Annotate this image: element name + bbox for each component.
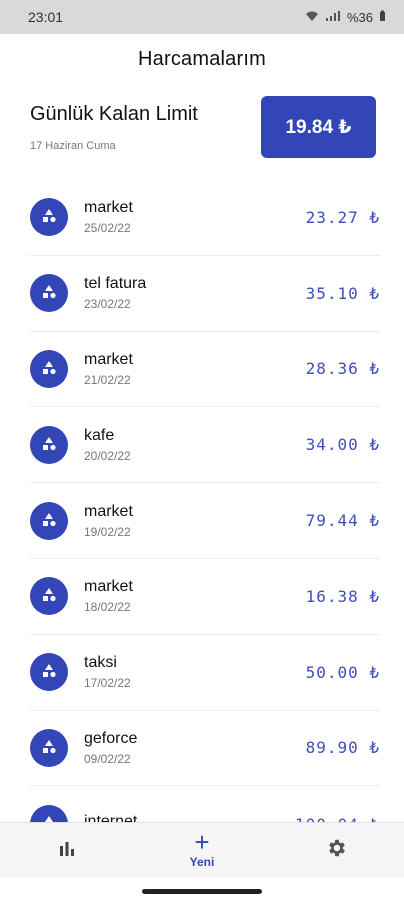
nav-stats-button[interactable] xyxy=(12,823,122,878)
category-shapes-icon xyxy=(30,425,68,464)
expense-date: 17/02/22 xyxy=(84,676,131,691)
expense-date: 21/02/22 xyxy=(84,372,131,387)
page-title: Harcamalarım xyxy=(138,48,266,70)
expense-amount: 34.00 ₺ xyxy=(305,435,380,455)
list-item[interactable]: market 21/02/22 28.36 ₺ xyxy=(30,332,380,408)
category-shapes-icon xyxy=(30,349,68,388)
expense-amount: 23.27 ₺ xyxy=(305,207,380,227)
battery-icon xyxy=(379,10,386,25)
expense-name: market xyxy=(84,502,133,520)
expense-date: 09/02/22 xyxy=(84,751,131,766)
plus-icon: + xyxy=(194,827,210,857)
list-item[interactable]: market 18/02/22 16.38 ₺ xyxy=(30,559,380,635)
status-icons: %36 xyxy=(305,10,386,25)
battery-percentage: %36 xyxy=(346,9,373,25)
list-item[interactable]: market 25/02/22 23.27 ₺ xyxy=(30,180,380,256)
list-item[interactable]: geforce 09/02/22 89.90 ₺ xyxy=(30,711,380,787)
expense-name: market xyxy=(84,199,133,217)
expense-date: 25/02/22 xyxy=(84,221,131,236)
expense-amount: 79.44 ₺ xyxy=(305,511,380,531)
expense-amount: 16.38 ₺ xyxy=(305,586,380,606)
expense-amount: 50.00 ₺ xyxy=(305,662,380,682)
category-shapes-icon xyxy=(30,274,68,313)
expense-name: taksi xyxy=(84,654,117,672)
daily-limit-card: Günlük Kalan Limit 17 Haziran Cuma 19.84… xyxy=(30,96,376,158)
wifi-icon xyxy=(305,10,319,25)
expense-name: geforce xyxy=(84,729,138,747)
category-shapes-icon xyxy=(30,577,68,616)
expense-name: market xyxy=(84,578,133,596)
status-bar: 23:01 %36 xyxy=(0,0,404,34)
list-item[interactable]: tel fatura 23/02/22 35.10 ₺ xyxy=(30,256,380,332)
category-shapes-icon xyxy=(30,653,68,692)
gear-icon xyxy=(326,837,348,864)
category-shapes-icon xyxy=(30,198,68,237)
expense-date: 19/02/22 xyxy=(84,524,131,539)
expense-amount: 35.10 ₺ xyxy=(305,283,380,303)
expense-list: market 25/02/22 23.27 ₺ tel fatura 23/02… xyxy=(0,180,404,862)
bottom-navigation: + Yeni xyxy=(0,822,404,877)
category-shapes-icon xyxy=(30,728,68,767)
expense-amount: 89.90 ₺ xyxy=(305,738,380,758)
list-item[interactable]: kafe 20/02/22 34.00 ₺ xyxy=(30,407,380,484)
expense-amount: 28.36 ₺ xyxy=(305,359,380,379)
expense-name: kafe xyxy=(84,426,115,444)
daily-limit-date: 17 Haziran Cuma xyxy=(30,139,116,152)
nav-new-button[interactable]: + Yeni xyxy=(147,823,257,878)
nav-settings-button[interactable] xyxy=(282,823,392,878)
list-item[interactable]: taksi 17/02/22 50.00 ₺ xyxy=(30,635,380,711)
bar-chart-icon xyxy=(58,840,76,861)
expense-date: 20/02/22 xyxy=(84,448,131,463)
category-shapes-icon xyxy=(30,501,68,540)
list-item[interactable]: market 19/02/22 79.44 ₺ xyxy=(30,483,380,559)
expense-date: 18/02/22 xyxy=(84,600,131,615)
home-gesture-bar[interactable] xyxy=(142,889,262,894)
expense-name: market xyxy=(84,350,133,368)
daily-limit-amount[interactable]: 19.84 ₺ xyxy=(261,96,376,158)
expense-name: tel fatura xyxy=(84,275,147,293)
daily-limit-title: Günlük Kalan Limit xyxy=(30,102,198,125)
signal-icon xyxy=(325,10,341,25)
status-time: 23:01 xyxy=(28,9,64,25)
expense-date: 23/02/22 xyxy=(84,297,131,312)
nav-new-label: Yeni xyxy=(189,855,215,869)
